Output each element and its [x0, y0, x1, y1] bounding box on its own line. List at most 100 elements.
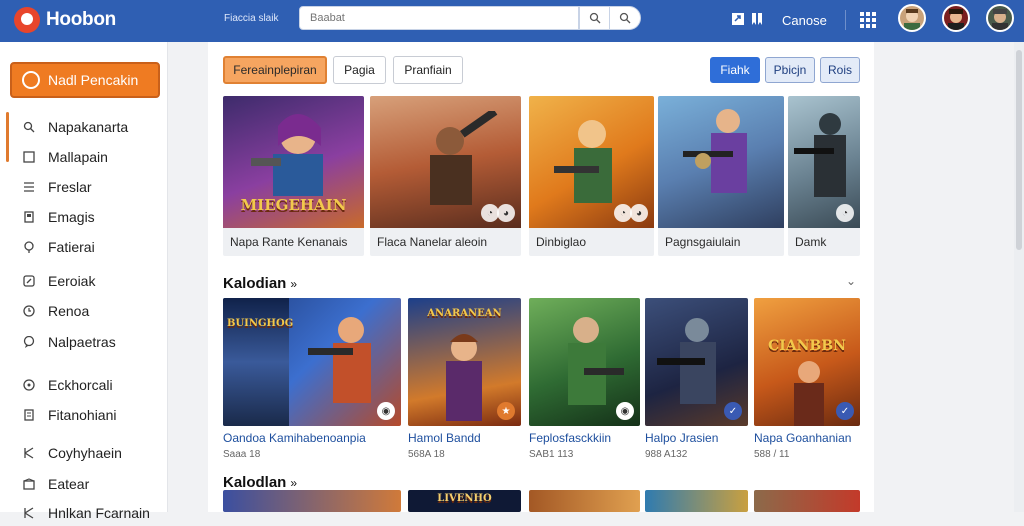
search-icon: [22, 120, 36, 134]
game-title[interactable]: Oandoa Kamihabenoanpia: [223, 431, 366, 445]
game-card[interactable]: LIVENHO: [408, 490, 521, 512]
character-illustration: [446, 334, 482, 421]
play-icon[interactable]: ◕: [497, 204, 515, 222]
sidebar-item[interactable]: Eeroiak: [0, 268, 168, 294]
app-logo[interactable]: Hoobon: [14, 7, 116, 33]
sidebar-item-label: Coyhyhaein: [48, 445, 122, 461]
featured-card-art: MIEGEHAIN: [223, 96, 364, 228]
sidebar-item[interactable]: Eatear: [0, 471, 168, 497]
sidebar-item[interactable]: Emagis: [0, 204, 168, 230]
search-button[interactable]: [579, 6, 610, 30]
section-title[interactable]: Kalodlan»: [223, 474, 297, 491]
bookmark-button[interactable]: [749, 11, 765, 27]
compass-icon: [22, 71, 40, 89]
game-card[interactable]: [754, 490, 860, 512]
featured-card[interactable]: Pagnsgaiulain: [658, 96, 784, 256]
avatar[interactable]: [898, 4, 926, 32]
sidebar-item[interactable]: Renoa: [0, 298, 168, 324]
play-icon[interactable]: ◕: [630, 204, 648, 222]
sidebar-item[interactable]: Fatierai: [0, 234, 168, 260]
featured-card[interactable]: ◔ Damk: [788, 96, 860, 256]
avatar-face-icon: [904, 9, 920, 30]
sidebar-item-label: Napakanarta: [48, 119, 129, 135]
game-title[interactable]: Halpo Jrasien: [645, 431, 718, 445]
avatar[interactable]: [986, 4, 1014, 32]
sidebar-item[interactable]: Hnlkan Fcarnain: [0, 500, 168, 526]
star-icon[interactable]: ★: [497, 402, 515, 420]
character-illustration: [251, 113, 323, 196]
featured-card-art: ◔ ◕: [370, 96, 521, 228]
featured-card[interactable]: ◔ ◕ Flaca Nanelar aleoin: [370, 96, 521, 256]
sidebar-item-label: Nalpaetras: [48, 334, 116, 350]
chevron-down-icon[interactable]: ⌄: [846, 274, 856, 288]
sidebar-item-label: Emagis: [48, 209, 95, 225]
box-icon: [22, 477, 36, 491]
game-card[interactable]: [223, 490, 401, 512]
sidebar-item-label: Fitanohiani: [48, 407, 117, 423]
filter-search-button[interactable]: [609, 6, 641, 30]
featured-card[interactable]: MIEGEHAIN Napa Rante Kenanais: [223, 96, 364, 256]
sidebar-item-label: Freslar: [48, 179, 92, 195]
game-title[interactable]: Hamol Bandd: [408, 431, 481, 445]
featured-caption: Flaca Nanelar aleoin: [377, 235, 488, 249]
apps-grid-icon[interactable]: [860, 12, 876, 28]
game-card[interactable]: CIANBBN ✓: [754, 298, 860, 426]
grid-icon: [22, 150, 36, 164]
featured-art-title: MIEGEHAIN: [240, 196, 347, 214]
scrollbar-thumb[interactable]: [1016, 50, 1022, 250]
sidebar-item-label: Renoa: [48, 303, 90, 319]
sidebar-item[interactable]: Mallapain: [0, 144, 168, 170]
sidebar-item-label: Eckhorcali: [48, 377, 113, 393]
sidebar-item[interactable]: Eckhorcali: [0, 372, 168, 398]
play-icon[interactable]: ◉: [377, 402, 395, 420]
avatar[interactable]: [942, 4, 970, 32]
search-input[interactable]: [299, 6, 579, 30]
sidebar-item[interactable]: Fitanohiani: [0, 402, 168, 428]
filter-chip[interactable]: Pagia: [333, 56, 386, 84]
view-button[interactable]: Pbicjn: [765, 57, 815, 83]
play-icon[interactable]: ◉: [616, 402, 634, 420]
avatar-face-icon: [948, 9, 964, 30]
character-illustration: [554, 120, 612, 203]
header-divider: [845, 10, 846, 30]
sidebar-item-label: Mallapain: [48, 149, 108, 165]
game-art-title: BUINGHOG: [227, 318, 294, 329]
game-title[interactable]: Napa Goanhanian: [754, 431, 851, 445]
character-illustration: [683, 109, 747, 193]
game-art-title: CIANBBN: [768, 338, 846, 354]
game-card[interactable]: [529, 490, 640, 512]
game-card[interactable]: [645, 490, 748, 512]
new-button[interactable]: Nadl Pencakin: [10, 62, 160, 98]
list-icon: [22, 180, 36, 194]
sidebar-item[interactable]: Freslar: [0, 174, 168, 200]
sidebar-item-label: Hnlkan Fcarnain: [48, 505, 150, 521]
share-button[interactable]: [730, 11, 746, 27]
sidebar-item[interactable]: Nalpaetras: [0, 329, 168, 355]
filter-chip[interactable]: Fereainplepiran: [223, 56, 327, 84]
view-button[interactable]: Rois: [820, 57, 860, 83]
sidebar-item[interactable]: Coyhyhaein: [0, 440, 168, 466]
view-button[interactable]: Fiahk: [710, 57, 760, 83]
info-icon[interactable]: ◔: [836, 204, 854, 222]
shield-icon[interactable]: ✓: [724, 402, 742, 420]
featured-card[interactable]: ◔ ◕ Dinbiglao: [529, 96, 654, 256]
game-card[interactable]: ✓: [645, 298, 748, 426]
chat-icon: [22, 335, 36, 349]
logo-icon: [14, 7, 40, 33]
game-card[interactable]: BUINGHOG ◉: [223, 298, 401, 426]
shield-icon[interactable]: ✓: [836, 402, 854, 420]
link-icon: [22, 274, 36, 288]
game-card[interactable]: ◉: [529, 298, 640, 426]
sidebar-item[interactable]: Napakanarta: [0, 114, 168, 140]
sidebar-item-label: Eatear: [48, 476, 90, 492]
game-meta: SAB1 113: [529, 449, 574, 460]
filter-chip[interactable]: Pranfiain: [393, 56, 463, 84]
share-icon: [732, 13, 744, 25]
chevron-right-icon: »: [290, 476, 298, 490]
account-label[interactable]: Canose: [782, 13, 827, 28]
game-card[interactable]: ANARANEAN ★: [408, 298, 521, 426]
section-title[interactable]: Kalodian»: [223, 275, 297, 292]
game-meta: 988 A132: [645, 449, 688, 460]
clock-icon: [22, 304, 36, 318]
game-title[interactable]: Feplosfasckkiin: [529, 431, 611, 445]
